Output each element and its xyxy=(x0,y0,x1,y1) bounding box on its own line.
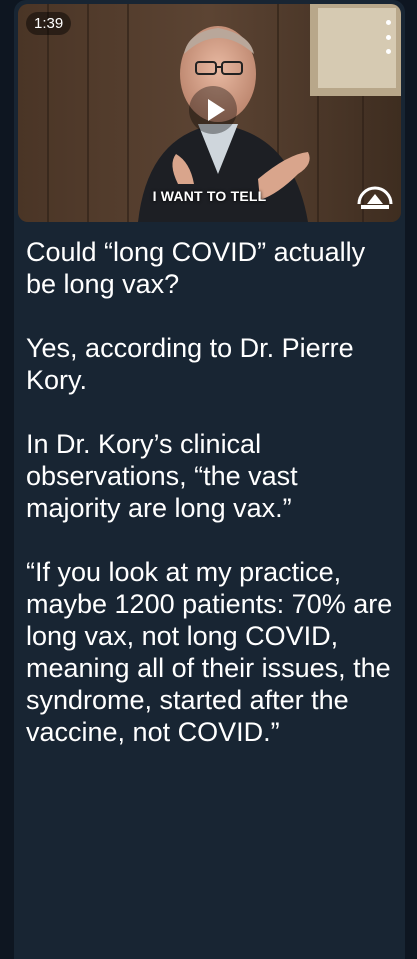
message-paragraph: Could “long COVID” actually be long vax? xyxy=(26,237,366,299)
message-paragraph: Yes, according to Dr. Pierre Kory. xyxy=(26,333,354,395)
message-text: Could “long COVID” actually be long vax?… xyxy=(26,236,398,780)
video-player[interactable]: 1:39 I WANT TO TELL xyxy=(18,4,401,222)
video-duration: 1:39 xyxy=(26,12,72,35)
more-vertical-icon[interactable] xyxy=(379,18,397,56)
play-icon[interactable] xyxy=(189,86,237,134)
message-bubble: 1:39 I WANT TO TELL Could “long COVID” a… xyxy=(14,0,405,959)
message-paragraph: “If you look at my practice, maybe 1200 … xyxy=(26,557,393,747)
channel-logo-icon xyxy=(357,186,393,209)
video-caption: I WANT TO TELL xyxy=(152,188,267,204)
message-paragraph: In Dr. Kory’s clinical observations, “th… xyxy=(26,429,298,523)
